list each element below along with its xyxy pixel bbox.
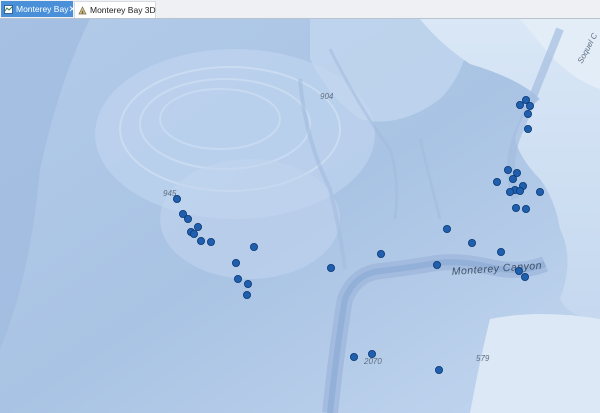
depth-label-579: 579 xyxy=(476,354,490,363)
sample-point[interactable] xyxy=(242,290,251,299)
tab-label: Monterey Bay xyxy=(16,4,69,14)
sample-point[interactable] xyxy=(526,102,535,111)
sample-point[interactable] xyxy=(432,260,441,269)
sample-point[interactable] xyxy=(376,249,385,258)
tab-label: Monterey Bay 3D xyxy=(90,5,156,15)
sample-point[interactable] xyxy=(516,186,525,195)
sample-point[interactable] xyxy=(206,237,215,246)
sample-point[interactable] xyxy=(172,194,181,203)
map-canvas[interactable]: 904 945 2070 579 Monterey Canyon Soquel … xyxy=(0,18,600,413)
sample-point[interactable] xyxy=(442,224,451,233)
sample-point[interactable] xyxy=(367,349,376,358)
sample-point[interactable] xyxy=(492,177,501,186)
sample-point[interactable] xyxy=(434,365,443,374)
map-icon xyxy=(4,4,13,14)
sample-point[interactable] xyxy=(233,274,242,283)
sample-point[interactable] xyxy=(505,187,514,196)
sample-point[interactable] xyxy=(503,165,512,174)
shelf-south xyxy=(470,314,600,413)
sample-point[interactable] xyxy=(522,204,531,213)
sample-point[interactable] xyxy=(496,247,505,256)
sample-point[interactable] xyxy=(326,263,335,272)
sample-point[interactable] xyxy=(512,203,521,212)
sample-point[interactable] xyxy=(536,187,545,196)
sample-point[interactable] xyxy=(196,236,205,245)
tab-monterey-bay-3d[interactable]: Monterey Bay 3D xyxy=(74,1,156,18)
sample-point[interactable] xyxy=(231,258,240,267)
sample-point[interactable] xyxy=(524,125,533,134)
sample-point[interactable] xyxy=(189,229,198,238)
map-view-tab-bar: Monterey Bay ✕ Monterey Bay 3D xyxy=(0,0,600,19)
sample-point[interactable] xyxy=(515,266,524,275)
depth-label-2070: 2070 xyxy=(363,357,382,366)
sample-point[interactable] xyxy=(249,242,258,251)
sample-point[interactable] xyxy=(521,272,530,281)
globe-3d-icon xyxy=(78,5,87,15)
sample-point[interactable] xyxy=(467,238,476,247)
sample-point[interactable] xyxy=(183,214,192,223)
depth-label-904: 904 xyxy=(320,92,334,101)
sample-point[interactable] xyxy=(516,101,525,110)
sample-point[interactable] xyxy=(193,222,202,231)
sample-point[interactable] xyxy=(243,279,252,288)
sample-point[interactable] xyxy=(508,174,517,183)
bathymetry-map[interactable]: 904 945 2070 579 Monterey Canyon Soquel … xyxy=(0,19,600,413)
sample-point[interactable] xyxy=(349,352,358,361)
tab-monterey-bay[interactable]: Monterey Bay ✕ xyxy=(1,1,76,17)
sample-point[interactable] xyxy=(524,110,533,119)
